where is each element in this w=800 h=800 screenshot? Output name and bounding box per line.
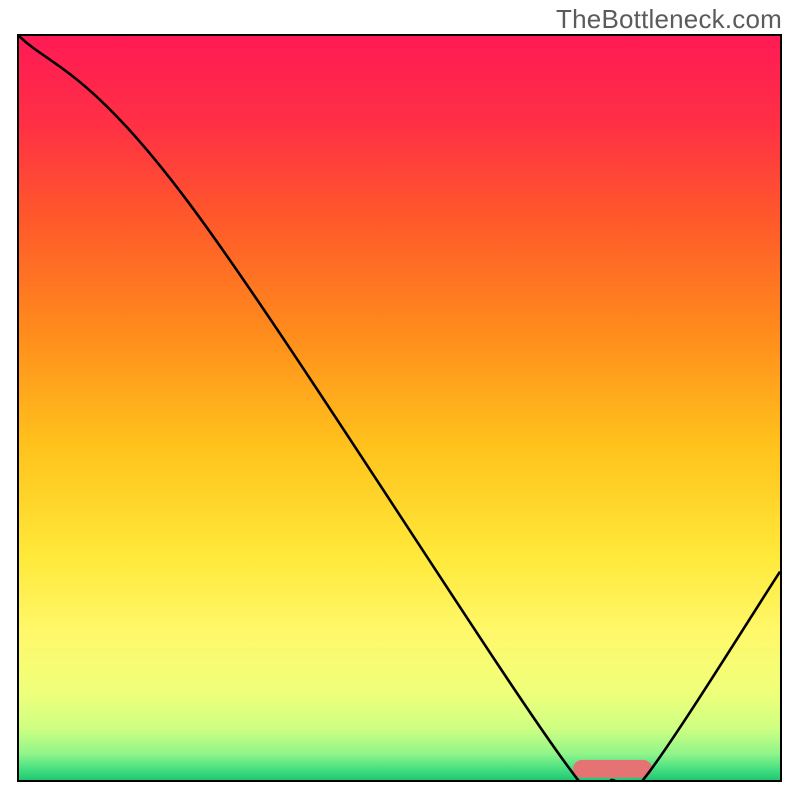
chart-frame: TheBottleneck.com — [0, 0, 800, 800]
chart-svg — [19, 36, 780, 780]
plot-area — [17, 34, 782, 782]
watermark-text: TheBottleneck.com — [556, 4, 782, 35]
gradient-fill — [19, 36, 780, 780]
